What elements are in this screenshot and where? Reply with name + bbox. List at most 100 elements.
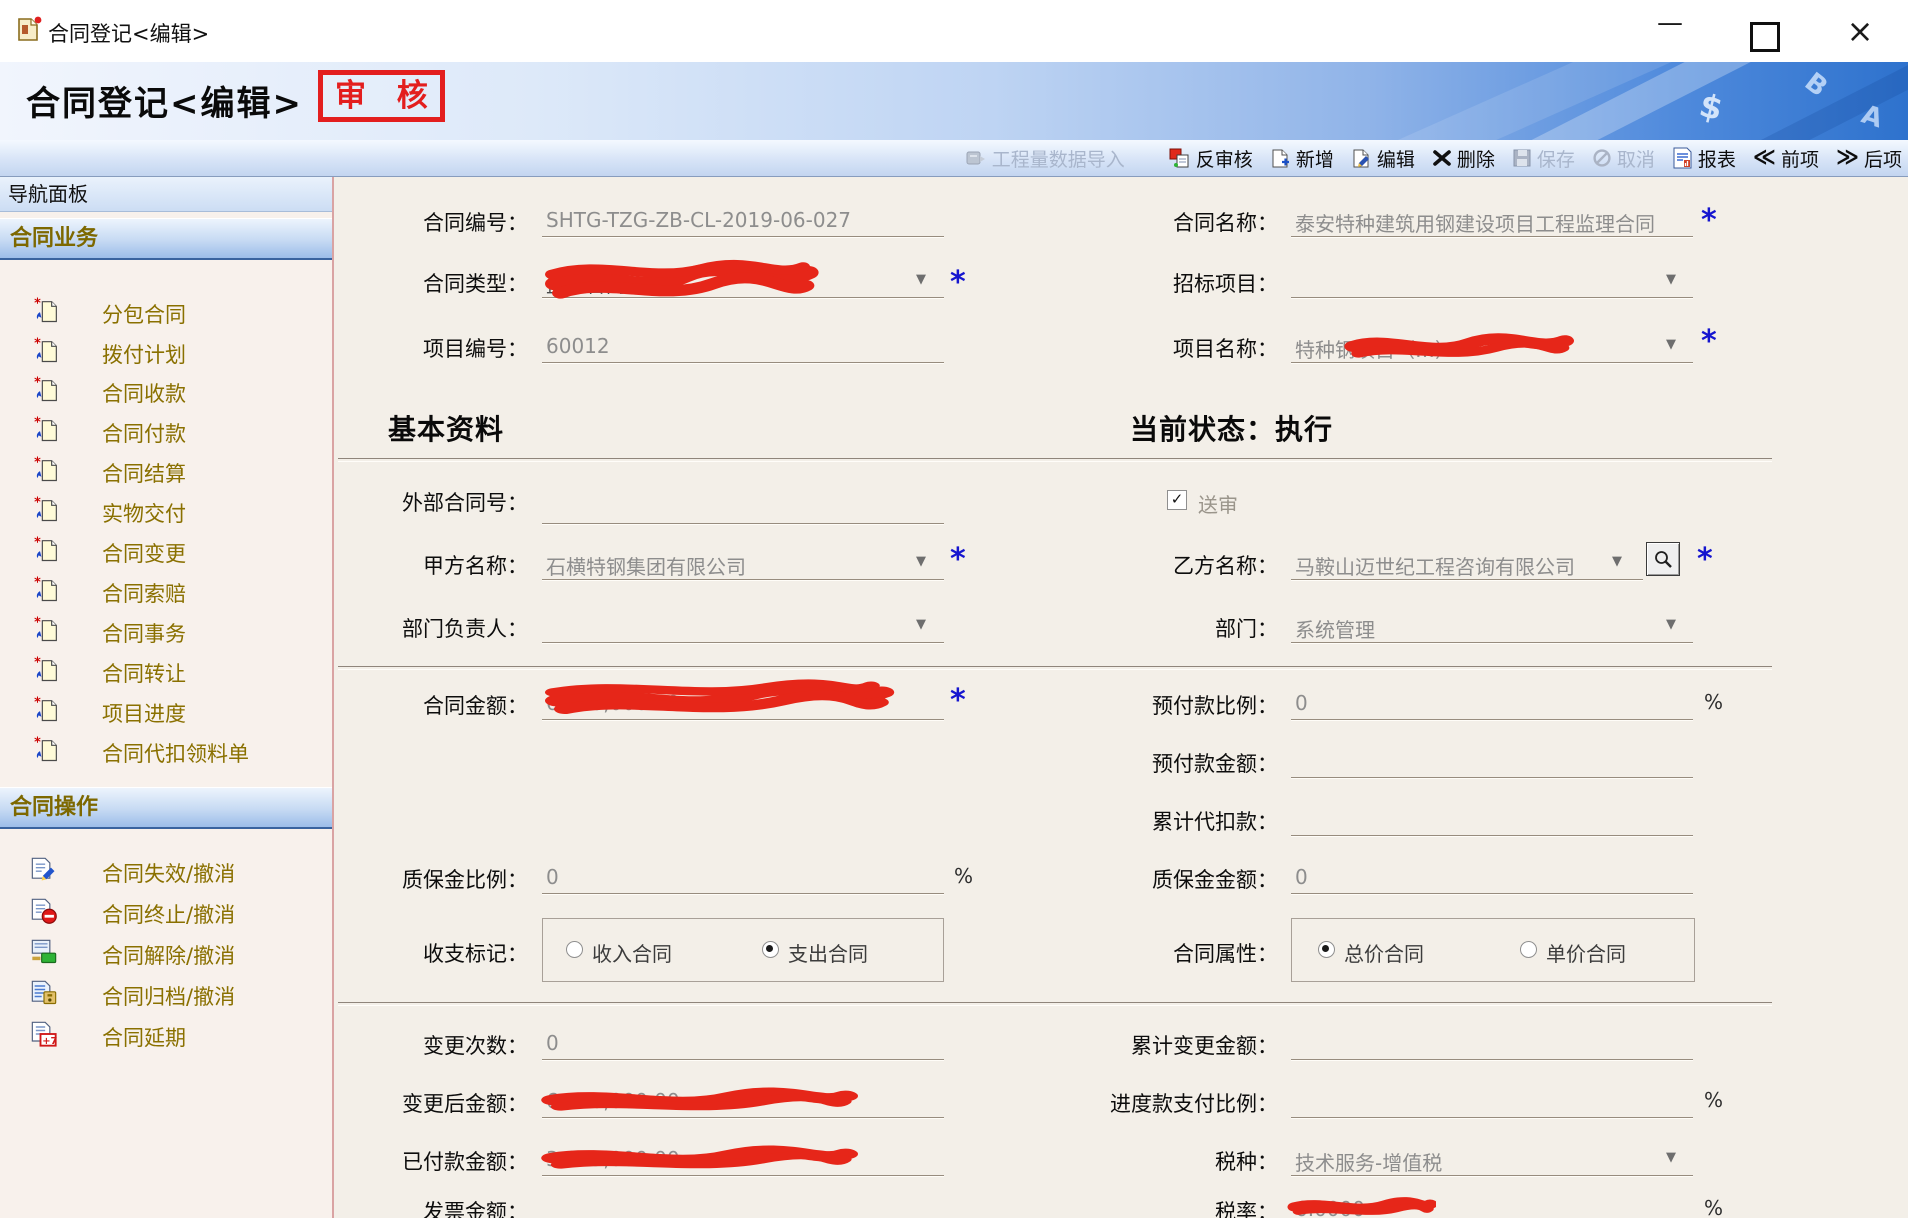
svg-text:*: * [34,376,41,391]
field-underline [542,1117,944,1118]
change-count-field[interactable]: 0 [546,1031,886,1055]
department-field[interactable]: 系统管理 [1295,614,1645,643]
sidebar-item-contract-change[interactable]: *合同变更 [0,533,332,569]
contract-name-field[interactable]: 泰安特种建筑用钢建设项目工程监理合同 [1295,208,1687,237]
advance-amount-label: 预付款金额： [1040,748,1278,778]
contract-invalidate-icon [30,856,58,888]
sidebar-item-physical-delivery[interactable]: *实物交付 [0,493,332,529]
lump-sum-label: 总价合同 [1344,938,1424,967]
previous-item-button[interactable]: ≪前项 [1753,145,1819,172]
percent-sign: % [954,864,973,888]
party-b-field[interactable]: 马鞍山迈世纪工程咨询有限公司 [1295,551,1607,580]
delete-button[interactable]: 删除 [1432,145,1495,172]
sidebar-item-contract-settlement[interactable]: *合同结算 [0,453,332,489]
progress-pay-ratio-label: 进度款支付比例： [1040,1088,1278,1118]
field-underline [542,362,944,363]
unit-price-label: 单价合同 [1546,938,1626,967]
cancel-button[interactable]: 取消 [1592,145,1655,172]
svg-text:+7: +7 [42,1036,57,1047]
send-audit-checkbox[interactable]: ✓ [1167,490,1187,510]
svg-text:*: * [34,496,41,511]
group-contract-operations[interactable]: 合同操作 [0,787,332,829]
minimize-button[interactable]: — [1648,8,1692,38]
import-icon [965,148,987,168]
expense-contract-radio[interactable] [762,941,779,958]
project-no-field[interactable]: 60012 [546,334,941,358]
toolbar: 工程量数据导入 反审核 新增 编辑 删除 保存 [0,140,1908,177]
dropdown-icon[interactable]: ▼ [916,617,926,632]
svg-text:*: * [34,337,41,352]
amount-after-change-field[interactable]: 6,500,000.00 [546,1089,886,1113]
lump-sum-radio[interactable] [1318,941,1335,958]
paid-amount-field[interactable]: 3,915,000.00 [546,1147,886,1171]
sidebar-item-contract-archive[interactable]: 合同归档/撤消 [0,976,332,1012]
dropdown-icon[interactable]: ▼ [916,554,926,569]
sidebar-item-withhold-material-slip[interactable]: *合同代扣领料单 [0,733,332,769]
contract-doc-icon: * [34,376,60,408]
audit-stamp: 审 核 [318,70,445,122]
sidebar-item-contract-transfer[interactable]: *合同转让 [0,653,332,689]
dropdown-icon[interactable]: ▼ [916,272,926,287]
advance-ratio-field[interactable]: 0 [1295,691,1645,715]
field-underline [1291,297,1693,298]
sidebar-item-contract-extend[interactable]: +7合同延期 [0,1017,332,1053]
field-underline [542,1175,944,1176]
add-icon [1270,148,1291,169]
unit-price-radio[interactable] [1520,941,1537,958]
required-marker: * [1701,206,1717,236]
field-underline [1291,893,1693,894]
sidebar-item-payment-plan[interactable]: *拨付计划 [0,334,332,370]
sidebar-item-contract-terminate[interactable]: 合同终止/撤消 [0,894,332,930]
dropdown-icon[interactable]: ▼ [1612,554,1622,569]
report-icon [1672,147,1693,169]
next-item-button[interactable]: ≫后项 [1836,145,1902,172]
dropdown-icon[interactable]: ▼ [1666,1150,1676,1165]
check-icon: ✓ [1171,490,1184,508]
tax-rate-field[interactable]: 6.0000 [1295,1197,1495,1218]
sidebar-item-contract-invalidate[interactable]: 合同失效/撤消 [0,853,332,889]
current-status-heading: 当前状态：执行 [1130,408,1333,448]
contract-type-field[interactable]: 监理合同 [546,269,896,298]
unaudit-button[interactable]: 反审核 [1169,145,1253,172]
warranty-ratio-field[interactable]: 0 [546,865,886,889]
sidebar-item-project-progress[interactable]: *项目进度 [0,693,332,729]
report-button[interactable]: 报表 [1672,145,1736,172]
warranty-amount-field[interactable]: 0 [1295,865,1645,889]
maximize-button[interactable] [1750,22,1780,52]
unaudit-icon [1169,147,1191,169]
group-contract-business[interactable]: 合同业务 [0,218,332,260]
dropdown-icon[interactable]: ▼ [1666,272,1676,287]
income-contract-radio[interactable] [566,941,583,958]
edit-button[interactable]: 编辑 [1351,145,1415,172]
sidebar-item-contract-payment[interactable]: *合同付款 [0,413,332,449]
project-name-field[interactable]: 特种钢项目（…） [1295,334,1655,363]
contract-amount-field[interactable]: 6,300,000.00 [546,691,886,715]
svg-text:*: * [34,656,41,671]
sidebar-item-contract-release[interactable]: 合同解除/撤消 [0,935,332,971]
lookup-button[interactable] [1646,542,1680,576]
save-button[interactable]: 保存 [1512,145,1575,172]
contract-no-field[interactable]: SHTG-TZG-ZB-CL-2019-06-027 [546,208,941,232]
party-a-field[interactable]: 石横特钢集团有限公司 [546,551,896,580]
party-a-label: 甲方名称： [340,550,528,580]
income-contract-label: 收入合同 [592,938,672,967]
sidebar-item-contract-receipt[interactable]: *合同收款 [0,373,332,409]
tax-type-field[interactable]: 技术服务-增值税 [1295,1147,1645,1176]
svg-text:*: * [34,616,41,631]
close-button[interactable]: × [1838,12,1882,50]
next-icon: ≫ [1836,148,1859,168]
import-quantity-data-button[interactable]: 工程量数据导入 [965,145,1125,172]
contract-release-icon [30,938,58,970]
expense-contract-label: 支出合同 [788,938,868,967]
sidebar-item-contract-affairs[interactable]: *合同事务 [0,613,332,649]
magnifier-icon [1653,549,1673,569]
svg-text:*: * [34,456,41,471]
dropdown-icon[interactable]: ▼ [1666,337,1676,352]
sidebar-item-contract-claim[interactable]: *合同索赔 [0,573,332,609]
add-button[interactable]: 新增 [1270,145,1334,172]
percent-sign: % [1704,1088,1723,1112]
header-banner: $ B A 合同登记<编辑> 审 核 [0,62,1908,140]
dropdown-icon[interactable]: ▼ [1666,617,1676,632]
navigation-panel: 导航面板 合同业务 *分包合同 *拨付计划 *合同收款 *合同付款 *合同结算 … [0,177,334,1218]
sidebar-item-subcontract[interactable]: *分包合同 [0,294,332,330]
